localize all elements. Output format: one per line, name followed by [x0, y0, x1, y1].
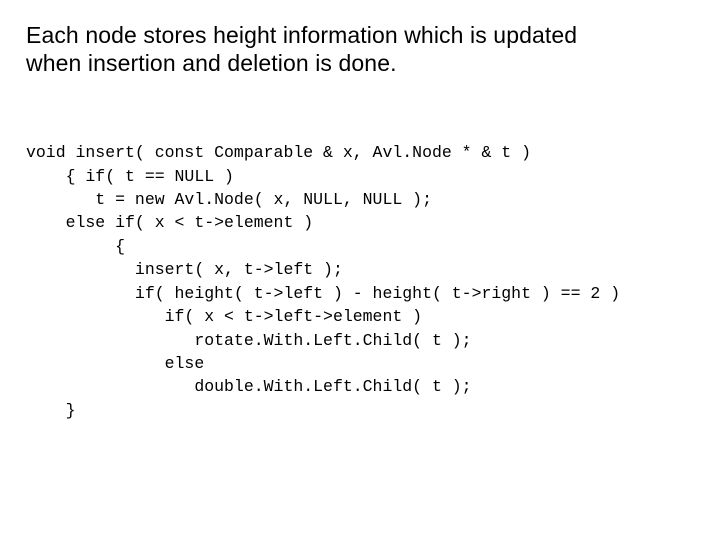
code-line-11: double.With.Left.Child( t );	[26, 377, 472, 396]
code-line-09: rotate.With.Left.Child( t );	[26, 331, 472, 350]
code-line-04: else if( x < t->element )	[26, 213, 313, 232]
code-line-10: else	[26, 354, 204, 373]
code-line-06: insert( x, t->left );	[26, 260, 343, 279]
code-line-03: t = new Avl.Node( x, NULL, NULL );	[26, 190, 432, 209]
description-line-2: when insertion and deletion is done.	[26, 50, 397, 76]
code-line-01: void insert( const Comparable & x, Avl.N…	[26, 143, 531, 162]
code-line-07: if( height( t->left ) - height( t->right…	[26, 284, 620, 303]
description-line-1: Each node stores height information whic…	[26, 22, 577, 48]
slide-page: Each node stores height information whic…	[0, 0, 720, 540]
code-line-12: }	[26, 401, 76, 420]
code-line-08: if( x < t->left->element )	[26, 307, 422, 326]
code-line-05: {	[26, 237, 125, 256]
code-block: void insert( const Comparable & x, Avl.N…	[26, 141, 694, 422]
description-text: Each node stores height information whic…	[26, 22, 694, 77]
code-line-02: { if( t == NULL )	[26, 167, 234, 186]
